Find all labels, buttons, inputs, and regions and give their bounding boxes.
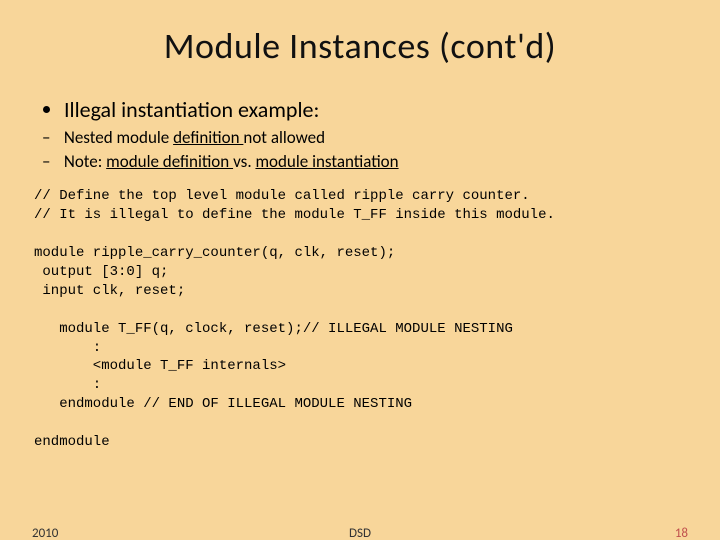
underlined-text: module instantiation	[255, 151, 398, 172]
sub-bullet-item: Nested module definition not allowed	[60, 127, 686, 150]
slide-body: Illegal instantiation example: Nested mo…	[0, 96, 720, 452]
underlined-text: definition	[173, 127, 243, 148]
text: Note:	[64, 151, 106, 172]
code-block: // Define the top level module called ri…	[34, 187, 686, 451]
slide: Module Instances (cont'd) Illegal instan…	[0, 0, 720, 540]
text: vs.	[233, 151, 255, 172]
text: not allowed	[243, 127, 325, 148]
sub-bullet-item: Note: module definition vs. module insta…	[60, 151, 686, 174]
slide-title: Module Instances (cont'd)	[0, 0, 720, 78]
bullet-item: Illegal instantiation example:	[64, 96, 686, 125]
footer-center: DSD	[0, 526, 720, 540]
text: Nested module	[64, 127, 173, 148]
bullet-list-level2: Nested module definition not allowed Not…	[34, 127, 686, 174]
bullet-list-level1: Illegal instantiation example:	[34, 96, 686, 125]
slide-number: 18	[675, 526, 688, 540]
underlined-text: module definition	[106, 151, 233, 172]
